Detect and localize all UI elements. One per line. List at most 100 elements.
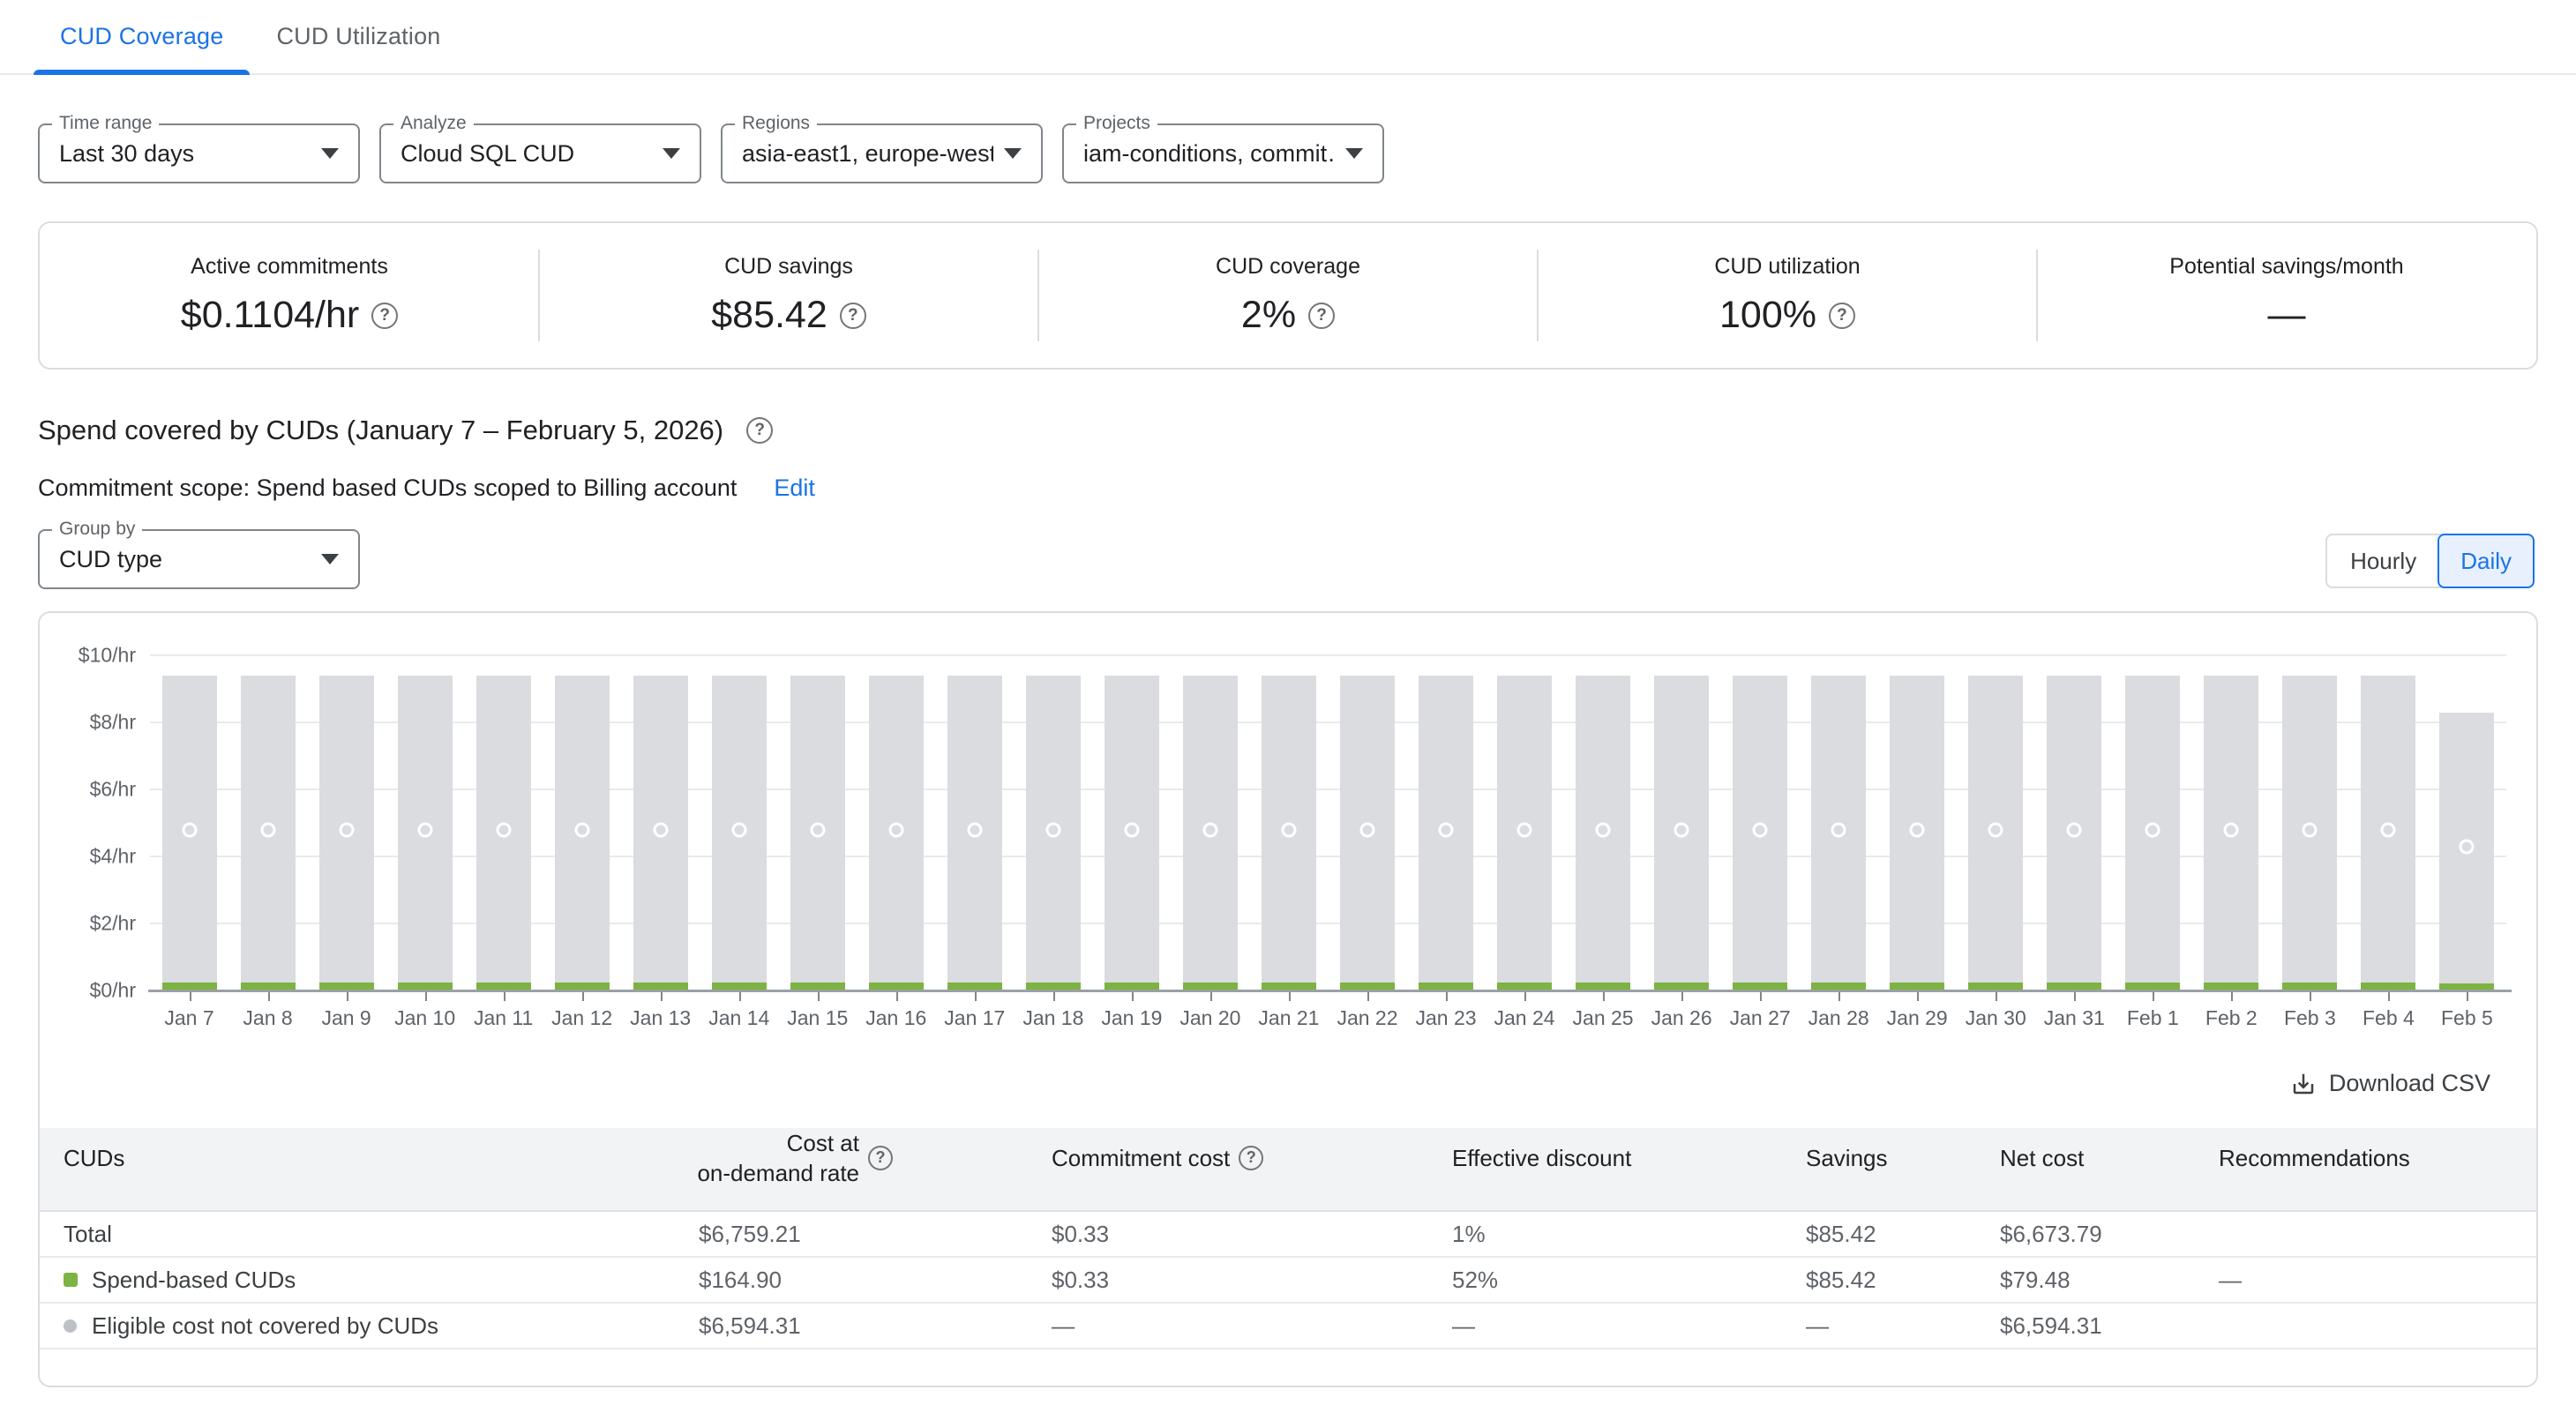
filter-row: Time range Last 30 days Analyze Cloud SQ… [38, 123, 1384, 183]
stat-value: — [2268, 294, 2306, 337]
chart-bar[interactable] [2361, 676, 2415, 990]
table-cell: 1% [1427, 1221, 1789, 1248]
chart-slot: Jan 25 [1564, 655, 1643, 990]
x-axis-label: Jan 15 [787, 1006, 848, 1030]
chart-bar[interactable] [1576, 676, 1630, 990]
group-by-select[interactable]: Group by CUD type [38, 529, 360, 589]
chart-slot: Feb 3 [2271, 655, 2349, 990]
chart-bar[interactable] [398, 676, 453, 990]
chart-bar[interactable] [1026, 676, 1081, 990]
time-range-select[interactable]: Time range Last 30 days [38, 123, 360, 183]
legend-swatch-green [64, 1273, 78, 1287]
chart-bar[interactable] [2282, 676, 2337, 990]
edit-scope-link[interactable]: Edit [774, 475, 815, 502]
help-icon[interactable]: ? [868, 1146, 893, 1170]
bar-series: Jan 7Jan 8Jan 9Jan 10Jan 11Jan 12Jan 13J… [150, 655, 2506, 990]
chart-bar[interactable] [2439, 713, 2494, 990]
help-icon[interactable]: ? [1239, 1146, 1263, 1170]
chart-bar[interactable] [2204, 676, 2258, 990]
chart-bar[interactable] [1340, 676, 1395, 990]
stat-label: CUD savings [724, 254, 853, 280]
chart-bar[interactable] [241, 676, 296, 990]
ring-marker [1045, 822, 1060, 837]
chart-bar[interactable] [476, 676, 531, 990]
axis-tick [1917, 992, 1919, 1001]
tab-cud-coverage[interactable]: CUD Coverage [34, 0, 250, 73]
regions-label: Regions [735, 113, 817, 134]
help-icon[interactable]: ? [840, 303, 866, 329]
table-cell: — [1789, 1312, 1974, 1340]
section-title-row: Spend covered by CUDs (January 7 – Febru… [38, 415, 773, 446]
stat-label: CUD coverage [1216, 254, 1360, 280]
analyze-select[interactable]: Analyze Cloud SQL CUD [379, 123, 701, 183]
ring-marker [260, 822, 275, 837]
chart-bar[interactable] [1262, 676, 1316, 990]
chart-bar[interactable] [1890, 676, 1944, 990]
x-axis-line [148, 990, 2512, 992]
axis-tick [1524, 992, 1526, 1001]
help-icon[interactable]: ? [1308, 303, 1335, 329]
chart-bar[interactable] [319, 676, 374, 990]
chart-bar[interactable] [2047, 676, 2101, 990]
stat-active-commitments: Active commitments $0.1104/hr ? [40, 223, 539, 368]
tab-cud-utilization[interactable]: CUD Utilization [250, 0, 467, 73]
chart-slot: Feb 2 [2192, 655, 2271, 990]
x-axis-label: Jan 14 [708, 1006, 769, 1030]
table-header-label: Cost at on-demand rate [697, 1128, 859, 1188]
chart-bar[interactable] [947, 676, 1002, 990]
chart-bar[interactable] [162, 676, 217, 990]
chart-slot: Jan 31 [2035, 655, 2114, 990]
help-icon[interactable]: ? [1829, 303, 1855, 329]
projects-label: Projects [1076, 113, 1157, 134]
chart-bar[interactable] [1968, 676, 2023, 990]
ring-marker [731, 822, 746, 837]
stat-cud-coverage: CUD coverage 2% ? [1038, 223, 1538, 368]
projects-select[interactable]: Projects iam-conditions, commit… [1062, 123, 1384, 183]
hourly-toggle-button[interactable]: Hourly [2327, 535, 2439, 587]
daily-toggle-button[interactable]: Daily [2437, 534, 2535, 588]
ring-marker [1596, 822, 1611, 837]
chart-plot: $0/hr$2/hr$4/hr$6/hr$8/hr$10/hrJan 7Jan … [150, 655, 2506, 990]
chart-bar[interactable] [633, 676, 688, 990]
x-axis-label: Jan 31 [2044, 1006, 2105, 1030]
axis-tick [896, 992, 898, 1001]
chart-bar[interactable] [1733, 676, 1787, 990]
projects-value: iam-conditions, commit… [1083, 140, 1335, 168]
ring-marker [888, 822, 903, 837]
chart-table-card: $0/hr$2/hr$4/hr$6/hr$8/hr$10/hrJan 7Jan … [38, 611, 2538, 1387]
chart-bar[interactable] [712, 676, 767, 990]
chart-bar[interactable] [555, 676, 610, 990]
axis-tick [975, 992, 977, 1001]
chart-bar[interactable] [1811, 676, 1866, 990]
help-icon[interactable]: ? [371, 303, 398, 329]
group-by-label: Group by [52, 519, 142, 540]
stat-label: Potential savings/month [2169, 254, 2403, 280]
table-header-cell: Cost at on-demand rate? [651, 1128, 1004, 1188]
chart-bar[interactable] [1654, 676, 1709, 990]
x-axis-label: Jan 17 [944, 1006, 1005, 1030]
x-axis-label: Jan 11 [474, 1006, 533, 1030]
download-csv-button[interactable]: Download CSV [2290, 1070, 2490, 1097]
page-title: Spend covered by CUDs (January 7 – Febru… [38, 415, 723, 446]
chart-bar[interactable] [1105, 676, 1159, 990]
table-cell: $6,594.31 [651, 1312, 1004, 1340]
ring-marker [1910, 822, 1925, 837]
chart-bar[interactable] [2125, 676, 2180, 990]
x-axis-label: Jan 24 [1494, 1006, 1555, 1030]
chart-slot: Jan 30 [1957, 655, 2035, 990]
chart-slot: Jan 19 [1092, 655, 1171, 990]
table-header-cell: Savings [1789, 1143, 1974, 1173]
chart-bar[interactable] [869, 676, 924, 990]
ring-marker [1988, 822, 2003, 837]
chart-bar[interactable] [1183, 676, 1238, 990]
ring-marker [1281, 822, 1296, 837]
regions-value: asia-east1, europe-west… [742, 140, 993, 168]
x-axis-label: Jan 10 [394, 1006, 455, 1030]
chart-bar[interactable] [1419, 676, 1473, 990]
help-icon[interactable]: ? [746, 417, 773, 444]
chart-slot: Feb 5 [2428, 655, 2506, 990]
regions-select[interactable]: Regions asia-east1, europe-west… [721, 123, 1043, 183]
chart-bar[interactable] [790, 676, 845, 990]
chart-bar[interactable] [1497, 676, 1552, 990]
axis-tick [504, 992, 505, 1001]
